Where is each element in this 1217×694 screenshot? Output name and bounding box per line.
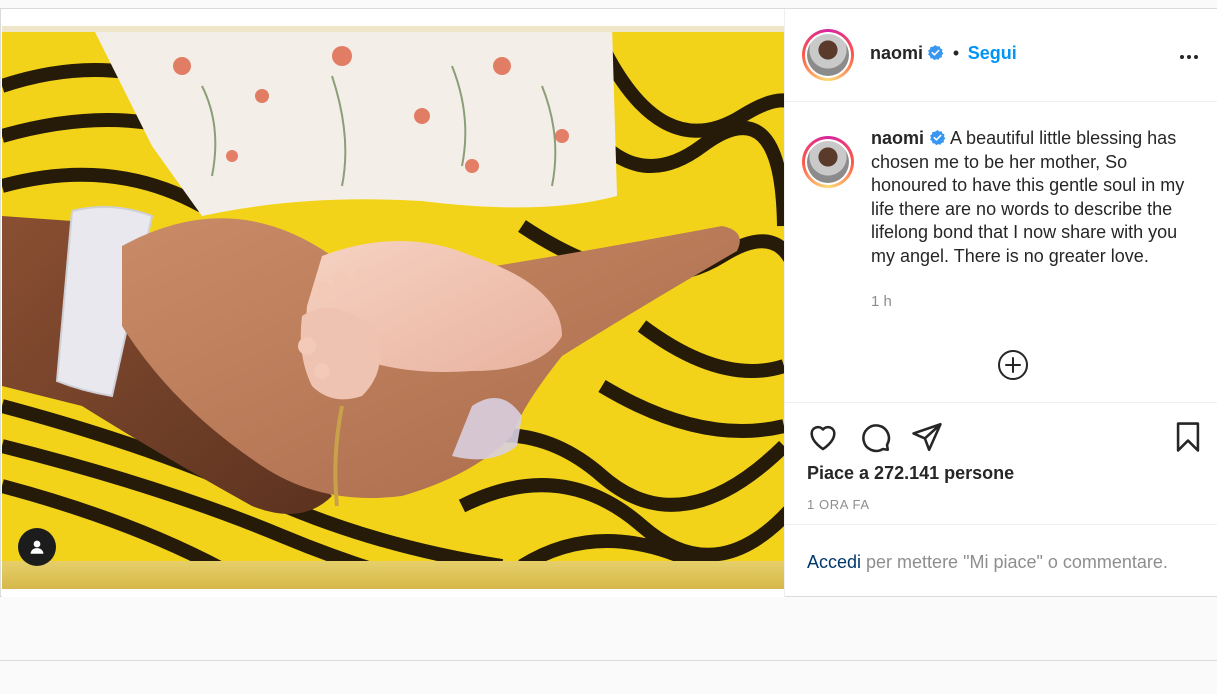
comments-area: naomi A beautiful little blessing has ch… <box>785 102 1217 402</box>
caption-username[interactable]: naomi <box>871 128 924 148</box>
more-options-icon[interactable] <box>1177 45 1201 69</box>
comment-icon[interactable] <box>858 420 892 454</box>
verified-badge-icon <box>928 45 944 61</box>
post-date[interactable]: 1 ORA FA <box>807 497 870 512</box>
action-bar: Piace a 272.141 persone 1 ORA FA <box>785 402 1217 524</box>
bookmark-icon[interactable] <box>1171 420 1205 454</box>
login-bar: Accedi per mettere "Mi piace" o commenta… <box>785 524 1217 597</box>
post-photo <box>2 26 784 589</box>
page-divider <box>0 660 1217 661</box>
post-sidebar: naomi • Segui naomi A beautiful little b… <box>784 9 1217 597</box>
post-media[interactable] <box>2 9 784 597</box>
author-avatar[interactable] <box>802 29 854 81</box>
author-line: naomi • Segui <box>870 43 1017 64</box>
instagram-post: naomi • Segui naomi A beautiful little b… <box>0 8 1217 597</box>
header-separator: • <box>952 43 960 63</box>
verified-badge-icon <box>930 130 946 146</box>
login-prompt: Accedi per mettere "Mi piace" o commenta… <box>807 552 1168 573</box>
login-link[interactable]: Accedi <box>807 552 861 572</box>
login-prompt-text: per mettere "Mi piace" o commentare. <box>861 552 1168 572</box>
paper-plane-icon[interactable] <box>910 420 944 454</box>
heart-icon[interactable] <box>806 420 840 454</box>
user-tag-button[interactable] <box>18 528 56 566</box>
post-header: naomi • Segui <box>785 9 1217 102</box>
follow-button[interactable]: Segui <box>968 43 1017 63</box>
author-username[interactable]: naomi <box>870 43 923 63</box>
likes-count[interactable]: Piace a 272.141 persone <box>807 463 1014 484</box>
caption-timestamp[interactable]: 1 h <box>871 293 892 310</box>
plus-circle-icon[interactable] <box>997 349 1029 381</box>
caption-avatar[interactable] <box>802 136 854 188</box>
caption-text: A beautiful little blessing has chosen m… <box>871 128 1185 266</box>
user-tag-icon <box>30 540 44 554</box>
caption: naomi A beautiful little blessing has ch… <box>871 127 1206 269</box>
